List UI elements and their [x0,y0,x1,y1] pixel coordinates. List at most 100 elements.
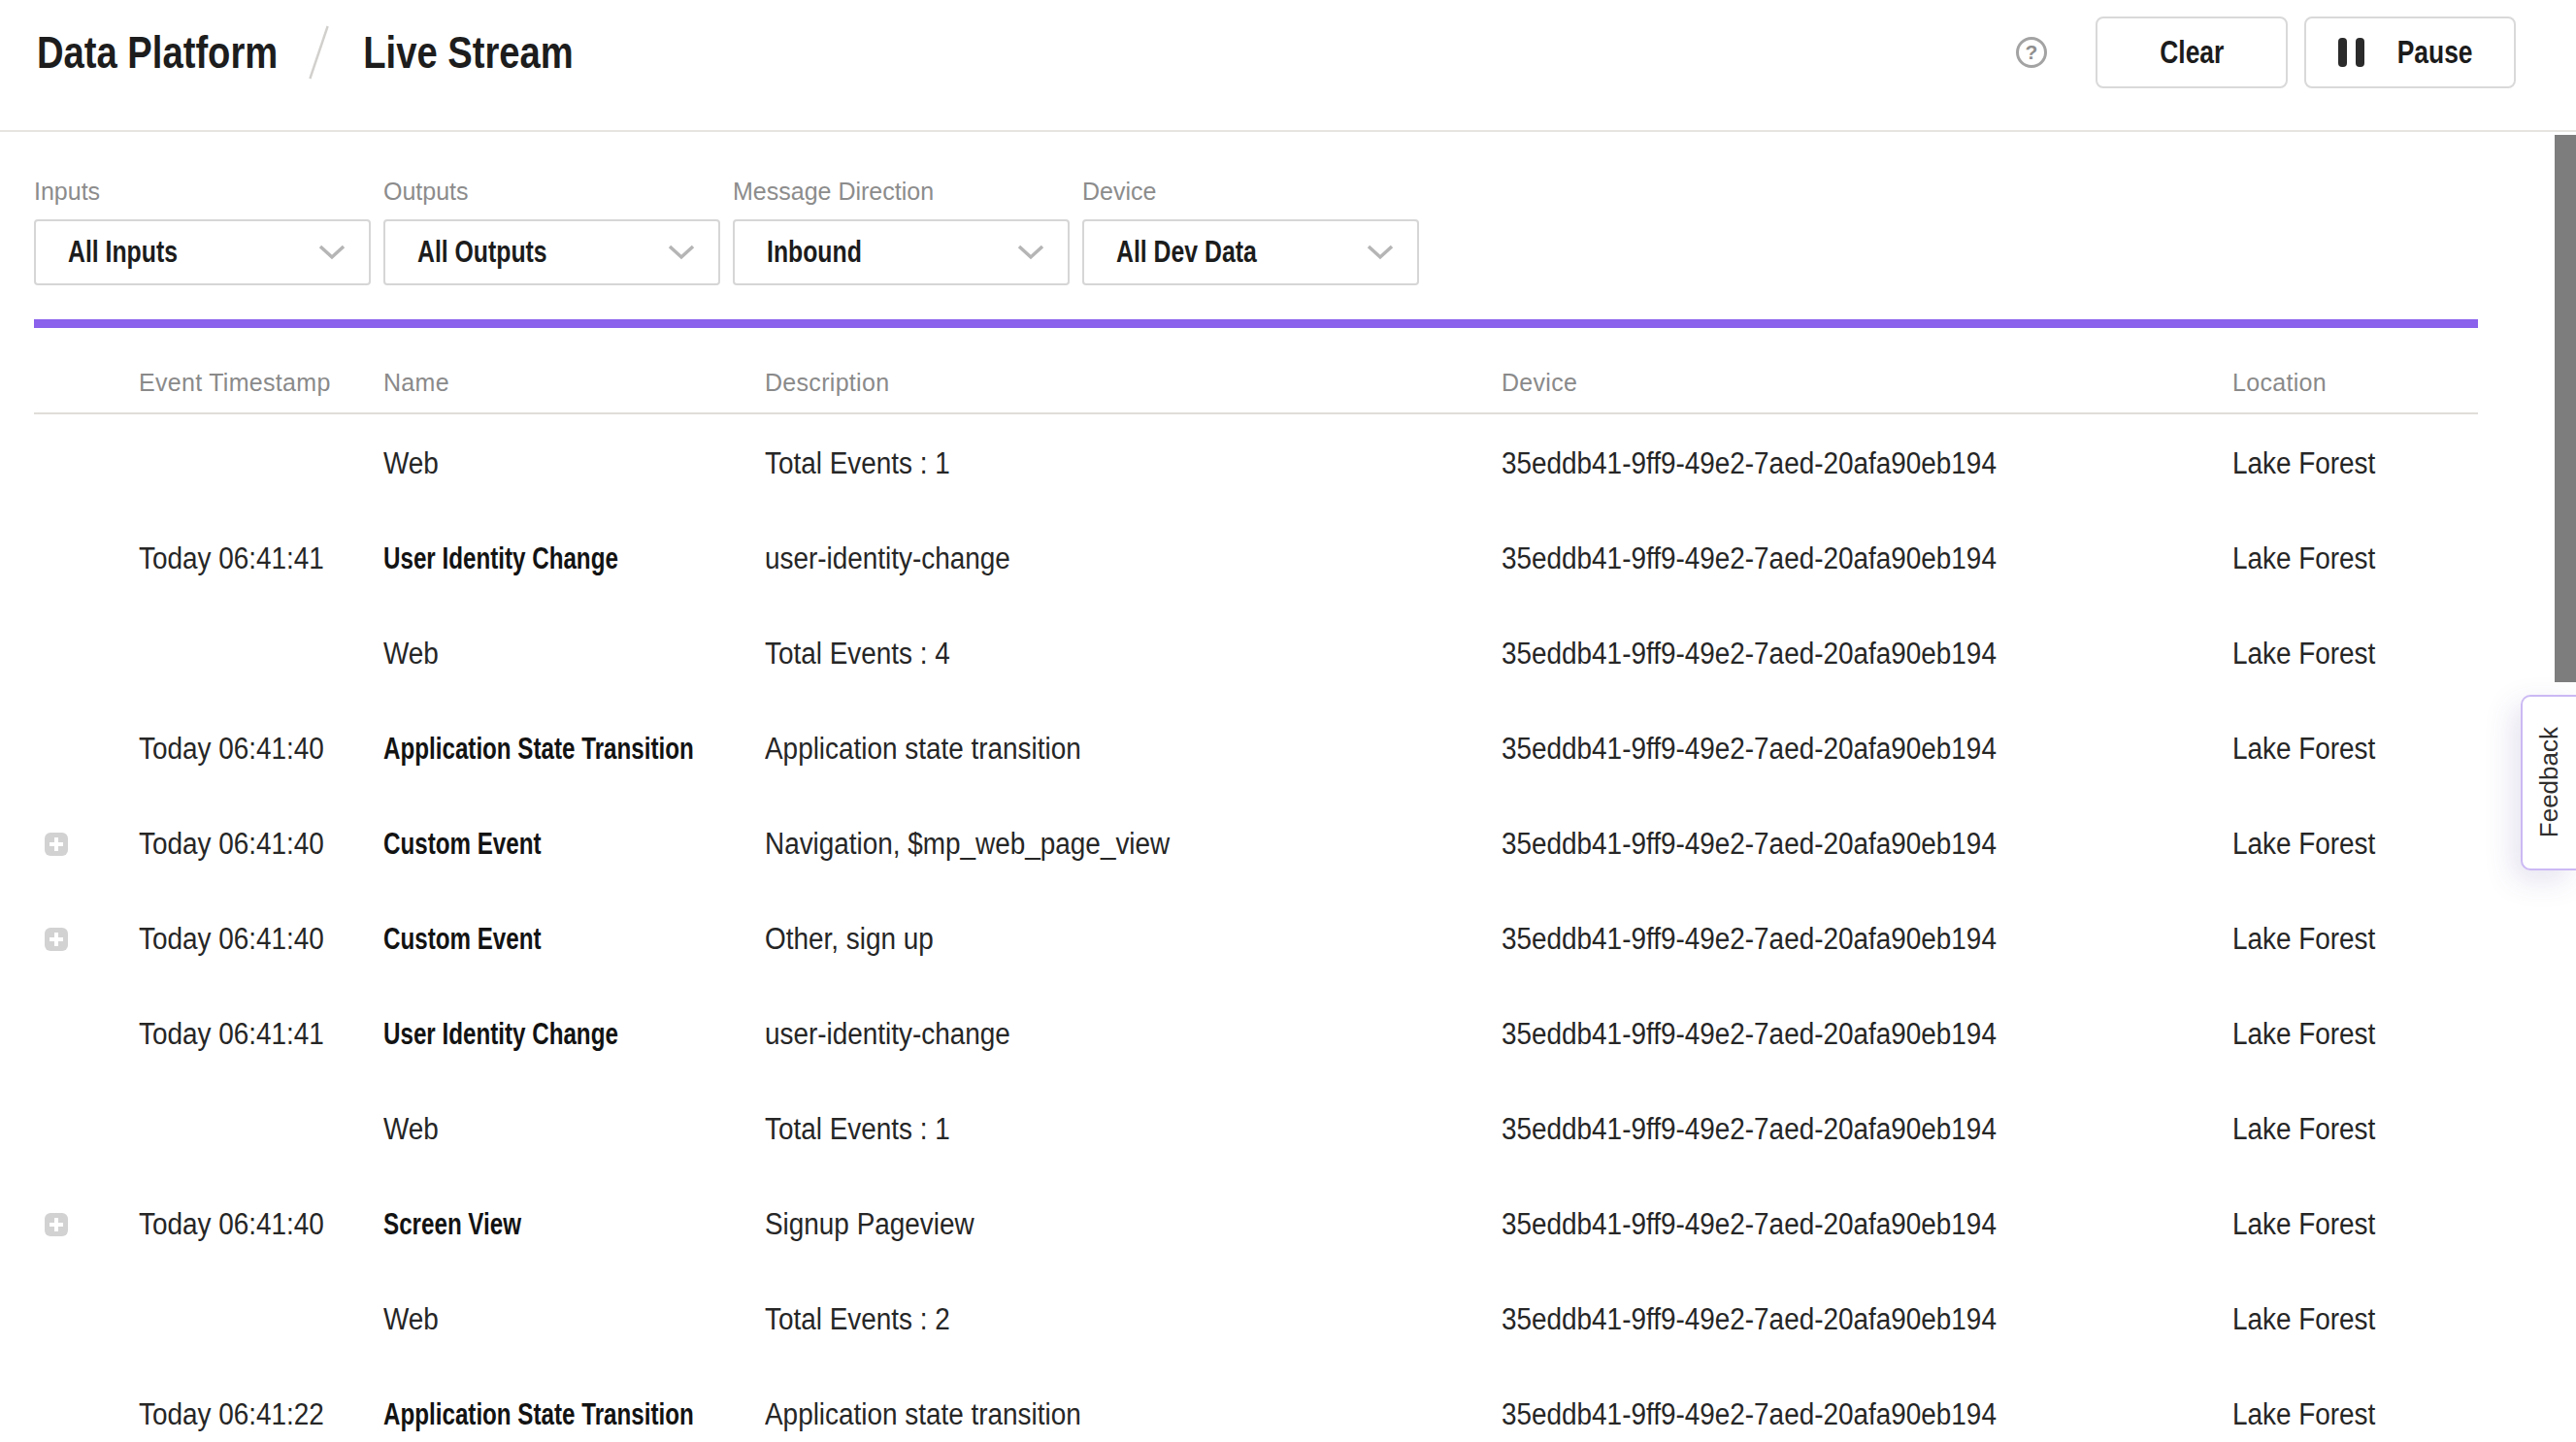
cell-device: 35eddb41-9ff9-49e2-7aed-20afa90eb194 [1502,446,2160,481]
cell-location: Lake Forest [2232,732,2454,767]
breadcrumb-separator [309,24,330,81]
breadcrumb: Data Platform Live Stream [37,24,574,81]
cell-event-timestamp: Today 06:41:41 [139,541,359,576]
filter-message-direction-value: Inbound [767,235,862,270]
cell-device: 35eddb41-9ff9-49e2-7aed-20afa90eb194 [1502,1302,2160,1337]
expand-plus-icon[interactable] [45,1213,68,1236]
cell-description: user-identity-change [765,1017,1428,1052]
cell-name: Web [383,1112,727,1147]
table-header: Event Timestamp Name Description Device … [34,328,2478,414]
table-row: WebTotal Events : 435eddb41-9ff9-49e2-7a… [34,606,2478,702]
breadcrumb-page: Live Stream [363,26,573,79]
scrollbar-thumb[interactable] [2555,135,2576,682]
help-icon[interactable]: ? [2016,37,2047,68]
col-event-timestamp: Event Timestamp [139,369,383,412]
cell-event-timestamp: Today 06:41:40 [139,732,359,767]
filter-inputs: Inputs All Inputs [34,178,371,285]
feedback-tab[interactable]: Feedback [2521,695,2576,870]
filter-inputs-value: All Inputs [68,235,178,270]
cell-location: Lake Forest [2232,446,2454,481]
filter-bar: Inputs All Inputs Outputs All Outputs Me… [0,132,2576,319]
clear-button-label: Clear [2160,34,2224,71]
cell-description: Application state transition [765,1397,1428,1432]
expand-cell [34,833,139,856]
cell-event-timestamp: Today 06:41:40 [139,827,359,862]
pause-button[interactable]: Pause [2304,16,2516,88]
event-table-body: Web Total Events : 1 35eddb41-9ff9-49e2-7a… [34,416,2478,1442]
col-name: Name [383,369,765,412]
cell-description: Total Events : 1 [765,446,1428,481]
table-row: Web Total Events : 1 35eddb41-9ff9-49e2-7a… [34,1082,2478,1177]
cell-name: Web [383,446,727,481]
cell-event-timestamp: Today 06:41:22 [139,1397,359,1432]
breadcrumb-section[interactable]: Data Platform [37,26,278,79]
top-header: Data Platform Live Stream ? Clear Pause [0,0,2576,132]
cell-event-timestamp: Today 06:41:40 [139,1207,359,1242]
filter-outputs: Outputs All Outputs [383,178,720,285]
expand-cell [34,928,139,951]
table-row: Today 06:41:40Custom EventNavigation, $m… [34,797,2478,892]
cell-description: Total Events : 1 [765,1112,1428,1147]
cell-device: 35eddb41-9ff9-49e2-7aed-20afa90eb194 [1502,541,2160,576]
cell-location: Lake Forest [2232,1302,2454,1337]
chevron-down-icon [1017,245,1044,260]
cell-device: 35eddb41-9ff9-49e2-7aed-20afa90eb194 [1502,732,2160,767]
col-location: Location [2232,369,2478,412]
expand-cell [34,1213,139,1236]
filter-device-value: All Dev Data [1116,235,1257,270]
cell-description: Navigation, $mp_web_page_view [765,827,1428,862]
cell-name: Screen View [383,1207,681,1242]
col-expand [34,397,139,412]
cell-event-timestamp: Today 06:41:40 [139,922,359,957]
expand-plus-icon[interactable] [45,928,68,951]
cell-description: Signup Pageview [765,1207,1428,1242]
cell-device: 35eddb41-9ff9-49e2-7aed-20afa90eb194 [1502,1112,2160,1147]
cell-name: Custom Event [383,922,681,957]
cell-location: Lake Forest [2232,637,2454,672]
expand-plus-icon[interactable] [45,833,68,856]
cell-description: Total Events : 4 [765,637,1428,672]
cell-description: Other, sign up [765,922,1428,957]
cell-location: Lake Forest [2232,1112,2454,1147]
cell-location: Lake Forest [2232,827,2454,862]
filter-inputs-label: Inputs [34,178,371,206]
chevron-down-icon [668,245,695,260]
clear-button[interactable]: Clear [2096,16,2288,88]
live-stream-progress-bar [34,319,2478,328]
filter-inputs-select[interactable]: All Inputs [34,219,371,285]
filter-outputs-select[interactable]: All Outputs [383,219,720,285]
cell-device: 35eddb41-9ff9-49e2-7aed-20afa90eb194 [1502,1207,2160,1242]
cell-name: User Identity Change [383,1017,681,1052]
pause-icon [2338,38,2364,67]
cell-location: Lake Forest [2232,541,2454,576]
cell-name: Application State Transition [383,1397,681,1432]
cell-device: 35eddb41-9ff9-49e2-7aed-20afa90eb194 [1502,1017,2160,1052]
cell-description: Total Events : 2 [765,1302,1428,1337]
cell-device: 35eddb41-9ff9-49e2-7aed-20afa90eb194 [1502,922,2160,957]
filter-message-direction-label: Message Direction [733,178,1070,206]
cell-location: Lake Forest [2232,1017,2454,1052]
table-row: Today 06:41:40 Screen View Signup Pageview… [34,1177,2478,1272]
cell-description: Application state transition [765,732,1428,767]
pause-button-label: Pause [2397,34,2473,71]
table-row: Today 06:41:40 Application State Transiti… [34,702,2478,797]
table-row: WebTotal Events : 235eddb41-9ff9-49e2-7a… [34,1272,2478,1367]
cell-description: user-identity-change [765,541,1428,576]
filter-outputs-value: All Outputs [417,235,547,270]
feedback-tab-label: Feedback [2534,727,2564,837]
cell-name: Web [383,637,727,672]
table-row: Today 06:41:41 User Identity Change user-i… [34,987,2478,1082]
filter-message-direction: Message Direction Inbound [733,178,1070,285]
filter-message-direction-select[interactable]: Inbound [733,219,1070,285]
cell-location: Lake Forest [2232,1397,2454,1432]
chevron-down-icon [318,245,346,260]
cell-name: Application State Transition [383,732,681,767]
table-row: Web Total Events : 1 35eddb41-9ff9-49e2-7a… [34,416,2478,511]
cell-event-timestamp: Today 06:41:41 [139,1017,359,1052]
filter-device-select[interactable]: All Dev Data [1082,219,1419,285]
table-row: Today 06:41:40 Custom Event Other, sign up… [34,892,2478,987]
filter-outputs-label: Outputs [383,178,720,206]
cell-device: 35eddb41-9ff9-49e2-7aed-20afa90eb194 [1502,1397,2160,1432]
cell-location: Lake Forest [2232,922,2454,957]
cell-location: Lake Forest [2232,1207,2454,1242]
